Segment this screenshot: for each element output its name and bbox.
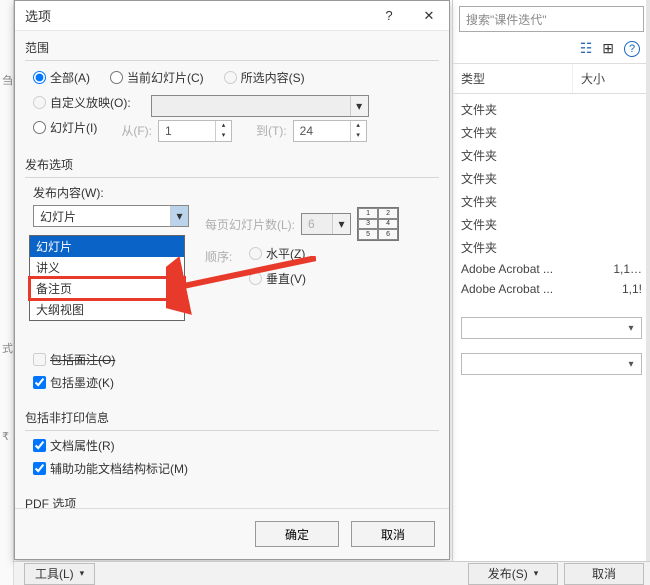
scrollbar[interactable] (646, 0, 650, 585)
view-icon[interactable]: ☷ (580, 40, 593, 57)
publish-button[interactable]: 发布(S)▾ (468, 563, 558, 585)
dropdown-option-notes[interactable]: 备注页 (30, 278, 184, 299)
docprops-checkbox[interactable]: 文档属性(R) (33, 437, 115, 454)
chevron-up-icon[interactable]: ▴ (351, 121, 366, 131)
explorer-field-2[interactable]: ▾ (461, 353, 642, 375)
publish-content-combo[interactable]: 幻灯片 ▾ (33, 205, 189, 227)
order-horiz-radio: 水平(Z) (249, 245, 305, 262)
col-type[interactable]: 类型 (453, 64, 573, 93)
pdf-section: PDF 选项 符合 PDF/A 无法嵌入字体情况下显示文本位图(X) (25, 493, 439, 508)
chevron-down-icon[interactable]: ▾ (623, 319, 639, 337)
explorer-columns: 类型 大小 (453, 63, 650, 94)
help-icon: ? (385, 8, 392, 23)
chevron-down-icon[interactable]: ▾ (623, 355, 639, 373)
list-item[interactable]: Adobe Acrobat ...1,1! (453, 279, 650, 299)
bottom-cancel-button[interactable]: 取消 (564, 563, 644, 585)
chevron-down-icon: ▾ (350, 96, 368, 116)
chevron-down-icon[interactable]: ▾ (216, 131, 231, 141)
explorer-list: 文件夹文件夹文件夹文件夹文件夹文件夹文件夹Adobe Acrobat ...1,… (453, 94, 650, 303)
help-button[interactable]: ? (369, 1, 409, 31)
a11y-tags-checkbox[interactable]: 辅助功能文档结构标记(M) (33, 460, 188, 477)
dropdown-option-handouts[interactable]: 讲义 (30, 257, 184, 278)
list-item[interactable]: 文件夹 (453, 190, 650, 213)
custom-show-radio: 自定义放映(O): (33, 94, 131, 111)
pdf-legend: PDF 选项 (25, 493, 439, 508)
tools-button[interactable]: 工具(L)▾ (24, 563, 95, 585)
range-section: 范围 全部(A) 当前幻灯片(C) 所选内容(S) (25, 37, 439, 146)
dropdown-option-slides[interactable]: 幻灯片 (30, 236, 184, 257)
dropdown-option-outline[interactable]: 大纲视图 (30, 299, 184, 320)
dialog-titlebar: 选项 ? ✕ (15, 1, 449, 31)
left-gutter: 刍 式 ₹ (0, 0, 14, 585)
to-spin[interactable]: ▴▾ (293, 120, 367, 142)
list-item[interactable]: 文件夹 (453, 144, 650, 167)
publish-legend: 发布选项 (25, 154, 439, 178)
range-legend: 范围 (25, 37, 439, 61)
file-explorer: 搜索"课件迭代" ☷ ⊞ ? 类型 大小 文件夹文件夹文件夹文件夹文件夹文件夹文… (452, 0, 650, 585)
chevron-down-icon: ▾ (534, 568, 539, 579)
list-item[interactable]: 文件夹 (453, 98, 650, 121)
range-selection-radio: 所选内容(S) (224, 69, 305, 86)
publish-content-label: 发布内容(W): (33, 184, 439, 201)
order-vert-radio: 垂直(V) (249, 270, 306, 287)
order-label: 顺序: (205, 248, 243, 265)
dialog-footer: 确定 取消 (15, 508, 449, 559)
chevron-down-icon: ▾ (80, 568, 85, 579)
list-item[interactable]: 文件夹 (453, 236, 650, 259)
from-label: 从(F): (121, 122, 152, 139)
range-slides-radio[interactable]: 幻灯片(I) (33, 119, 97, 136)
ok-button[interactable]: 确定 (255, 521, 339, 547)
nonprint-legend: 包括非打印信息 (25, 407, 439, 431)
chevron-up-icon[interactable]: ▴ (216, 121, 231, 131)
dialog-title: 选项 (25, 6, 369, 25)
explorer-field-1[interactable]: ▾ (461, 317, 642, 339)
close-icon: ✕ (424, 8, 435, 24)
list-item[interactable]: Adobe Acrobat ...1,1… (453, 259, 650, 279)
slides-layout-icon: 12 34 56 (357, 207, 399, 241)
help-icon[interactable]: ? (624, 41, 640, 57)
publish-content-dropdown[interactable]: 幻灯片 讲义 备注页 大纲视图 (29, 235, 185, 321)
chevron-down-icon[interactable]: ▾ (170, 206, 188, 226)
from-input[interactable] (159, 121, 215, 141)
cancel-button[interactable]: 取消 (351, 521, 435, 547)
explorer-iconbar: ☷ ⊞ ? (453, 32, 650, 63)
from-spin[interactable]: ▴▾ (158, 120, 232, 142)
search-placeholder: 搜索"课件迭代" (466, 11, 547, 28)
bottom-toolbar: 工具(L)▾ 发布(S)▾ 取消 (14, 561, 650, 585)
range-current-radio[interactable]: 当前幻灯片(C) (110, 69, 204, 86)
tree-icon[interactable]: ⊞ (602, 40, 614, 57)
obscured-checkbox: 包括面注(O) (33, 351, 115, 368)
close-button[interactable]: ✕ (409, 1, 449, 31)
search-input[interactable]: 搜索"课件迭代" (459, 6, 644, 32)
perpage-combo: 6 ▾ (301, 213, 351, 235)
chevron-down-icon: ▾ (332, 214, 350, 234)
list-item[interactable]: 文件夹 (453, 213, 650, 236)
perpage-label: 每页幻灯片数(L): (205, 216, 295, 233)
include-ink-checkbox[interactable]: 包括墨迹(K) (33, 374, 114, 391)
list-item[interactable]: 文件夹 (453, 167, 650, 190)
chevron-down-icon[interactable]: ▾ (351, 131, 366, 141)
custom-show-combo: ▾ (151, 95, 369, 117)
range-all-radio[interactable]: 全部(A) (33, 69, 90, 86)
nonprint-section: 包括非打印信息 文档属性(R) 辅助功能文档结构标记(M) (25, 407, 439, 485)
col-size[interactable]: 大小 (573, 64, 650, 93)
list-item[interactable]: 文件夹 (453, 121, 650, 144)
to-label: 到(T): (256, 122, 287, 139)
to-input[interactable] (294, 121, 350, 141)
